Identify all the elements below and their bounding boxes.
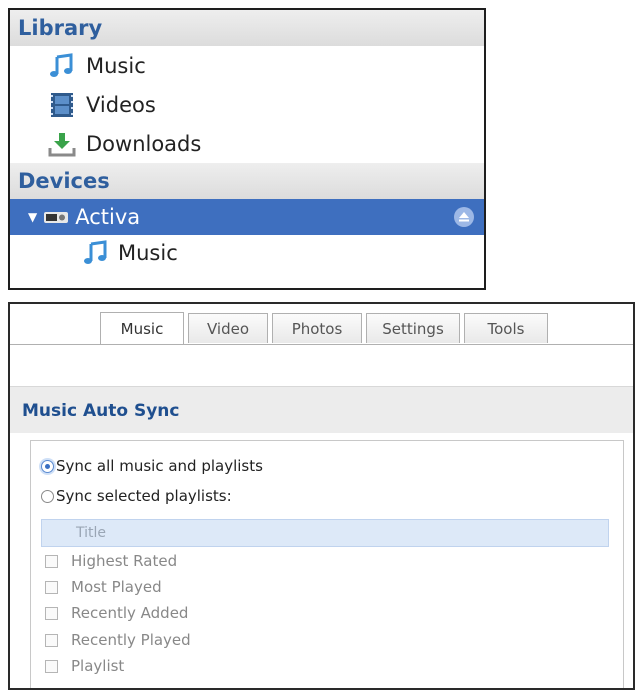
tab-label: Tools bbox=[487, 319, 525, 338]
device-row-activa[interactable]: ▼ Activa bbox=[10, 199, 484, 235]
tab-label: Photos bbox=[291, 319, 343, 338]
tab-tools[interactable]: Tools bbox=[464, 313, 548, 343]
eject-icon[interactable] bbox=[454, 207, 474, 227]
playlist-row[interactable]: Recently Added bbox=[45, 600, 188, 626]
tab-photos[interactable]: Photos bbox=[272, 313, 362, 343]
sync-all-option[interactable]: Sync all music and playlists bbox=[41, 457, 263, 475]
sync-options-box: Sync all music and playlists Sync select… bbox=[30, 440, 624, 688]
media-player-device-icon bbox=[44, 212, 69, 223]
devices-section-header: Devices bbox=[10, 163, 484, 199]
playlist-label: Recently Added bbox=[71, 604, 189, 622]
sync-all-label: Sync all music and playlists bbox=[56, 457, 263, 475]
library-header-label: Library bbox=[18, 16, 103, 40]
playlist-checkbox[interactable] bbox=[45, 580, 58, 594]
music-note-icon bbox=[82, 239, 110, 267]
playlist-label: Recently Played bbox=[71, 631, 191, 649]
playlist-checkbox[interactable] bbox=[45, 633, 58, 647]
playlist-list-header: Title bbox=[41, 519, 609, 547]
device-item-music[interactable]: Music bbox=[10, 235, 484, 271]
library-item-label: Downloads bbox=[86, 131, 202, 156]
tab-label: Settings bbox=[382, 319, 444, 338]
tab-music[interactable]: Music bbox=[100, 312, 184, 344]
library-item-videos[interactable]: Videos bbox=[10, 85, 484, 124]
sync-settings-panel: Music Video Photos Settings Tools Music … bbox=[8, 302, 635, 690]
tab-settings[interactable]: Settings bbox=[366, 313, 460, 343]
library-item-downloads[interactable]: Downloads bbox=[10, 124, 484, 163]
device-item-label: Music bbox=[118, 241, 178, 265]
tab-bar: Music Video Photos Settings Tools bbox=[10, 304, 633, 345]
music-note-icon bbox=[48, 52, 76, 80]
devices-header-label: Devices bbox=[18, 169, 110, 193]
library-item-label: Videos bbox=[86, 92, 156, 117]
title-column-header: Title bbox=[76, 525, 107, 541]
playlist-label: Playlist bbox=[71, 657, 125, 675]
playlist-checkbox[interactable] bbox=[45, 606, 58, 620]
sync-selected-label: Sync selected playlists: bbox=[56, 487, 232, 505]
music-auto-sync-title: Music Auto Sync bbox=[22, 401, 180, 421]
playlist-row[interactable]: Recently Played bbox=[45, 627, 191, 653]
download-arrow-icon bbox=[48, 130, 76, 158]
playlist-checkbox[interactable] bbox=[45, 659, 58, 673]
sync-all-radio[interactable] bbox=[41, 459, 54, 473]
navigation-tree-panel: Library Music Videos Downloads Devices ▼… bbox=[8, 8, 486, 290]
sync-selected-radio[interactable] bbox=[41, 489, 54, 503]
playlist-label: Most Played bbox=[71, 578, 162, 596]
tab-label: Music bbox=[120, 319, 164, 338]
device-label: Activa bbox=[75, 205, 141, 229]
library-item-label: Music bbox=[86, 53, 146, 78]
playlist-row[interactable]: Playlist bbox=[45, 653, 124, 679]
film-strip-icon bbox=[48, 91, 76, 119]
expanded-triangle-icon[interactable]: ▼ bbox=[28, 210, 37, 224]
tab-video[interactable]: Video bbox=[188, 313, 268, 343]
library-item-music[interactable]: Music bbox=[10, 46, 484, 85]
playlist-checkbox[interactable] bbox=[45, 554, 58, 568]
playlist-row[interactable]: Most Played bbox=[45, 574, 162, 600]
sync-selected-option[interactable]: Sync selected playlists: bbox=[41, 487, 232, 505]
playlist-label: Highest Rated bbox=[71, 552, 178, 570]
library-section-header: Library bbox=[10, 10, 484, 46]
tab-label: Video bbox=[206, 319, 250, 338]
playlist-row[interactable]: Highest Rated bbox=[45, 548, 177, 574]
